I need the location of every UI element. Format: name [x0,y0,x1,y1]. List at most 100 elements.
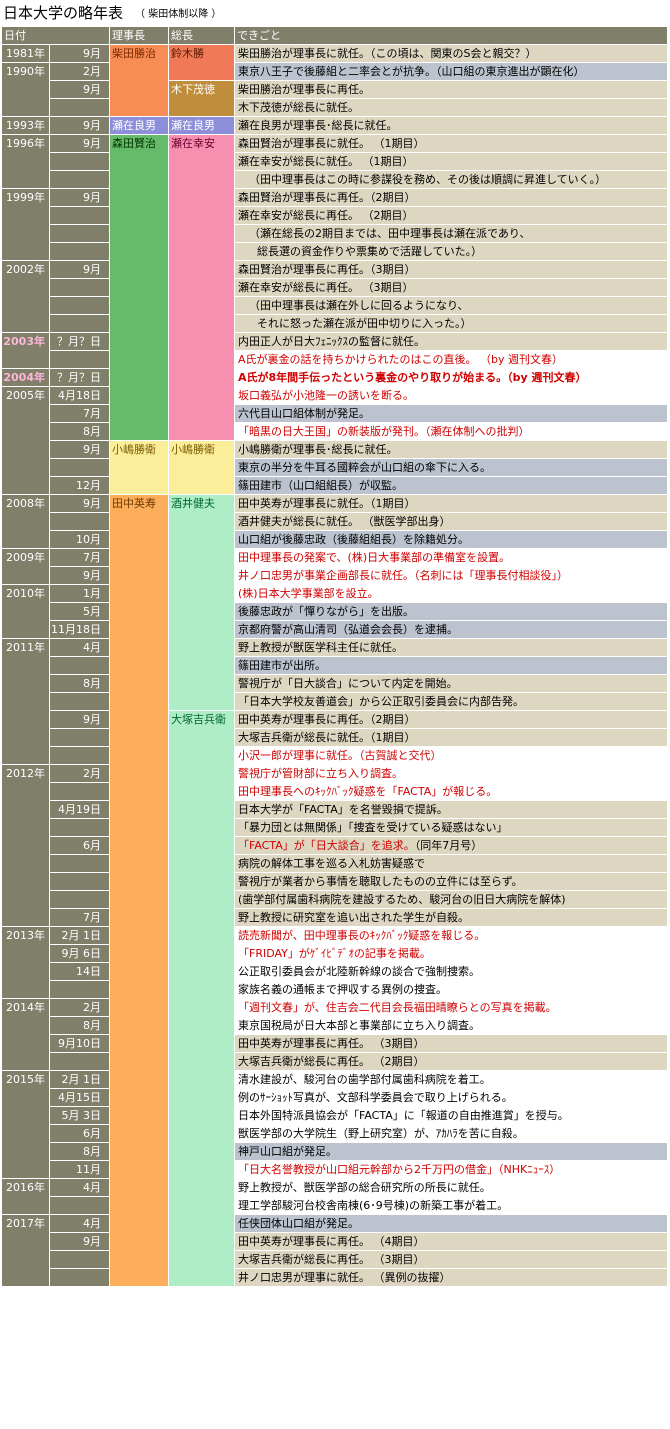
date-cell [49,746,110,765]
event-cell: 大塚吉兵衛が総長に再任。 （3期目） [234,1250,668,1269]
event-cell: 警視庁が「日大談合」について内定を開始。 [234,674,668,693]
date-cell: 14日 [49,962,110,981]
chairman-cell: 森田賢治 [109,134,169,441]
event-cell: 日本外国特派員協会が「FACTA」に「報道の自由推進賞」を授与。 [234,1106,668,1125]
date-cell [49,890,110,909]
table-row: 木下茂徳が総長に就任。 [2,98,668,117]
event-cell: （田中理事長はこの時に参謀役を務め、その後は順調に昇進していく。） [234,170,668,189]
date-cell: 4月18日 [49,386,110,405]
event-cell: 「暗黒の日大王国」の新装版が発刊。（瀬在体制への批判） [234,422,668,441]
table-row: 2016年 4月 野上教授が、獣医学部の総合研究所の所長に就任。 [1,1178,668,1215]
date-cell [49,98,110,117]
year-cell: 2013年 [1,926,50,999]
date-cell [49,152,110,171]
table-row: 1996年 9月 森田賢治 瀬在幸安 森田賢治が理事長に就任。 （1期目） [1,134,668,441]
date-cell [49,980,110,999]
event-cell: 柴田勝治が理事長に再任。 [234,80,668,99]
date-cell: 4月15日 [49,1088,110,1107]
table-row: 2005年 4月18日 坂口義弘が小池隆一の誘いを断る。 [1,386,668,495]
date-cell [49,656,110,675]
event-cell: 小嶋勝衛が理事長･総長に就任。 [234,440,668,459]
date-cell: 2月 [49,764,110,783]
year-cell: 2017年 [1,1214,50,1287]
event-cell: (歯学部付属歯科病院を建設するため、駿河台の旧日大病院を解体) [234,890,668,909]
year-cell: 2015年 [1,1070,50,1179]
date-cell: 2月 [49,62,110,81]
event-cell: 野上教授に研究室を追い出された学生が自殺。 [234,908,668,927]
title-text: 日本大学の略年表 [3,4,124,22]
date-cell: 4月 [49,1178,110,1197]
table-row: 7月 野上教授に研究室を追い出された学生が自殺。 [2,908,668,927]
date-cell [49,1250,110,1269]
event-cell: 後藤忠政が「憚りながら」を出版。 [234,602,668,621]
event-cell: 柴田勝治が理事長に就任。（この頃は、関東のS会と親交？） [234,44,668,63]
table-row: 警視庁が業者から事情を聴取したものの立件には至らず。 [2,872,668,891]
table-row: 2002年 9月 森田賢治が理事長に再任。（3期目） [1,260,668,333]
event-cell: 「暴力団とは無関係」「捜査を受けている疑惑はない」 [234,818,668,837]
event-cell: 獣医学部の大学院生（野上研究室）が、ｱｶﾊﾗを苦に自殺。 [234,1124,668,1143]
table-row: 8月 「暗黒の日大王国」の新装版が発刊。（瀬在体制への批判） [2,422,668,441]
president-cell: 瀬在幸安 [168,134,235,441]
president-cell: 小嶋勝衛 [168,440,235,495]
table-row: 大塚吉兵衛が総長に就任。（1期目） [2,728,668,747]
date-cell: 8月 [49,1142,110,1161]
event-cell: 公正取引委員会が北陸新幹線の談合で強制捜索。 [234,962,668,981]
event-cell: 坂口義弘が小池隆一の誘いを断る。 [234,386,668,405]
event-cell: 理工学部駿河台校舎南棟(6･9号棟)の新築工事が着工。 [234,1196,668,1215]
table-row: 9月 田中英寿が理事長に再任。 （4期目） [2,1232,668,1251]
president-cell: 大塚吉兵衛 [168,710,235,1287]
event-cell: 瀬在幸安が総長に再任。 （2期目） [234,206,668,225]
date-cell [49,1052,110,1071]
year-cell: 2003年 [1,332,50,369]
date-cell [49,1196,110,1215]
table-row: 5月 後藤忠政が「憚りながら」を出版。 [2,602,668,621]
date-cell [49,206,110,225]
year-cell: 2008年 [1,494,50,549]
date-cell [49,872,110,891]
date-cell [49,224,110,243]
year-cell: 2010年 [1,584,50,639]
event-cell: 神戸山口組が発足。 [234,1142,668,1161]
event-cell: A氏が8年間手伝ったという裏金のやり取りが始まる。（by 週刊文春） [234,368,668,387]
date-cell: 2月 [49,998,110,1017]
table-row: 瀬在幸安が総長に就任。 （1期目） [2,152,668,171]
event-cell: 清水建設が、駿河台の歯学部付属歯科病院を着工。 [234,1070,668,1089]
president-cell: 瀬在良男 [168,116,235,135]
date-cell: 4月19日 [49,800,110,819]
president-cell: 鈴木勝 [168,44,235,81]
date-cell [49,1268,110,1287]
event-cell: 田中英寿が理事長に再任。 （3期目） [234,1034,668,1053]
table-row: 9月 井ノ口忠男が事業企画部長に就任。（名刺には「理事長付相談役」） [2,566,668,585]
date-cell: 7月 [49,548,110,567]
date-cell: 8月 [49,1016,110,1035]
table-row: 2004年 ？月？日 A氏が8年間手伝ったという裏金のやり取りが始まる。（by 週刊… [1,368,668,387]
table-row: 瀬在幸安が総長に再任。 （2期目） [2,206,668,225]
table-row: A氏が裏金の話を持ちかけられたのはこの直後。 （by 週刊文春） [2,350,668,369]
event-cell: 篠田建市（山口組組長）が収監。 [234,476,668,495]
date-cell: 9月 [49,566,110,585]
year-cell: 2012年 [1,764,50,927]
table-row: 1981年 9月 柴田勝治 鈴木勝 柴田勝治が理事長に就任。（この頃は、関東のS会と親交… [1,44,668,117]
date-cell: 9月 [49,116,110,135]
date-cell: 11月18日 [49,620,110,639]
table-row: 8月 警視庁が「日大談合」について内定を開始。 [2,674,668,693]
date-cell: 9月 [49,494,110,513]
table-row: 酒井健夫が総長に就任。 （獣医学部出身） [2,512,668,531]
date-cell: 5月 [49,602,110,621]
table-row: 東京の半分を牛耳る國粹会が山口組の傘下に入る。 [2,458,668,477]
year-cell: 1999年 [1,188,50,261]
date-cell [49,242,110,261]
date-cell: 9月 [49,44,110,63]
header-date: 日付 [1,26,110,45]
chairman-cell: 柴田勝治 [109,44,169,117]
date-cell [49,296,110,315]
table-row: 2010年 1月 (株)日本大学事業部を設立。 [1,584,668,639]
event-cell: 井ノ口忠男が理事に就任。 （異例の抜擢） [234,1268,668,1287]
date-cell: 8月 [49,674,110,693]
table-row: 2014年 2月 「週刊文春」が、住吉会二代目会長福田晴瞭らとの写真を掲載。 [1,998,668,1071]
event-cell: 「日本大学校友善道会」から公正取引委員会に内部告発。 [234,692,668,711]
event-cell: 東京八王子で後藤組と二率会とが抗争。（山口組の東京進出が顕在化） [234,62,668,81]
event-cell: 大塚吉兵衛が総長に再任。 （2期目） [234,1052,668,1071]
event-cell: 酒井健夫が総長に就任。 （獣医学部出身） [234,512,668,531]
date-cell: 7月 [49,908,110,927]
